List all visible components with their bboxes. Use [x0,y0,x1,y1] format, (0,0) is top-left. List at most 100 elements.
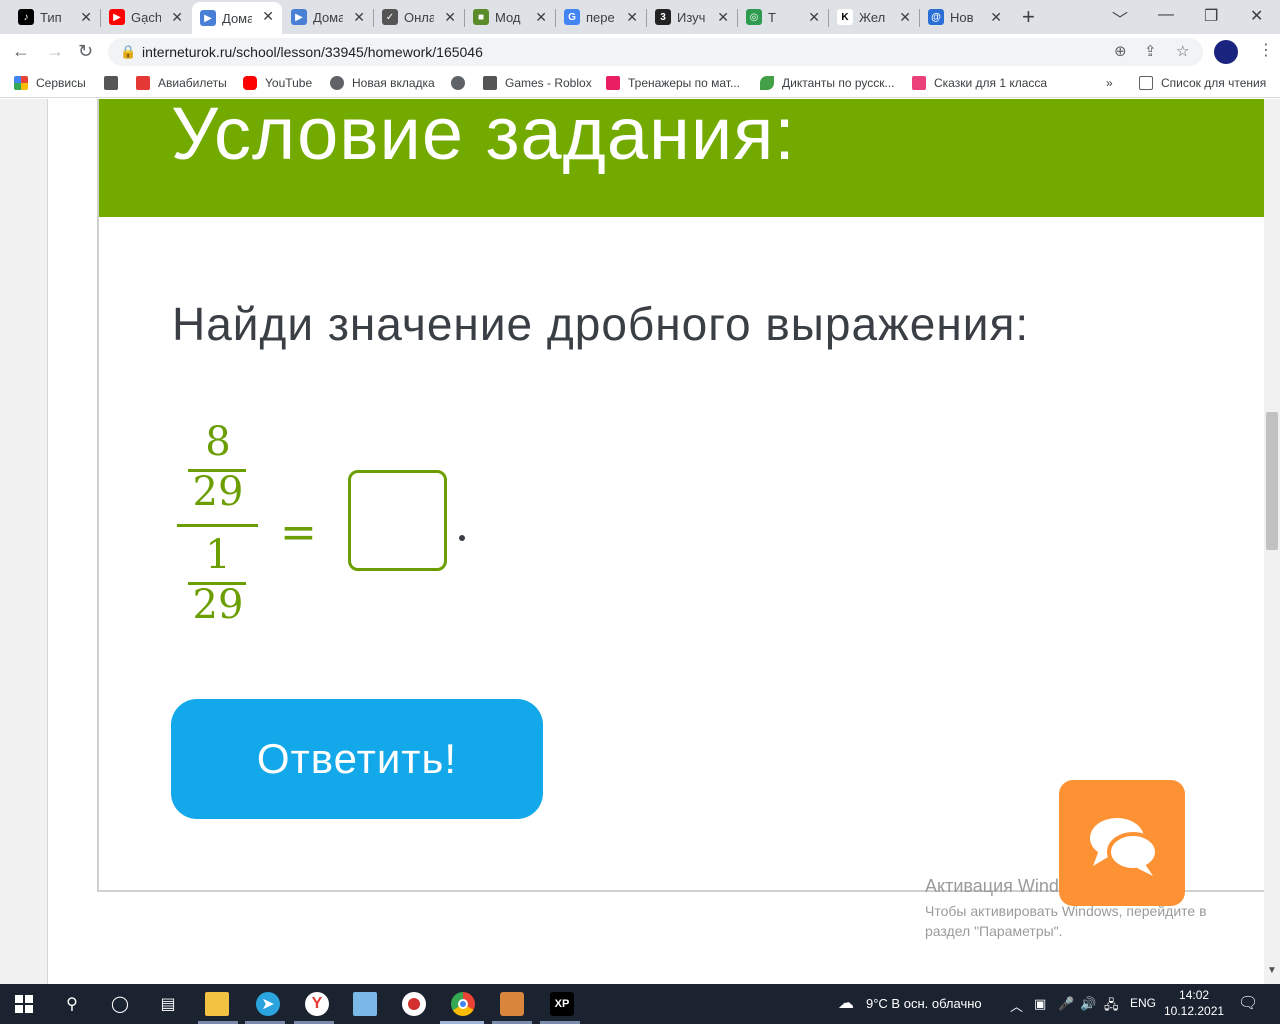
file-explorer-icon[interactable] [205,992,229,1016]
bookmark-dictations[interactable]: Диктанты по русск... [760,76,895,90]
banner-title: Условие задания: [171,99,796,175]
browser-menu-icon[interactable]: ⋮ [1258,40,1274,60]
tab-close-icon[interactable]: ✕ [626,9,638,26]
record-icon[interactable] [402,992,426,1016]
new-tab-button[interactable]: + [1022,4,1035,30]
windows-taskbar: ⚲ ◯ ▤ ➤ Y XP ☁ 9°C В осн. облачно ︿ ▣ 🎤 … [0,984,1280,1024]
bottom-numerator: 1 [205,532,231,578]
clock[interactable]: 14:02 10.12.2021 [1164,987,1224,1019]
tab-close-icon[interactable]: ✕ [899,9,911,26]
share-icon[interactable]: ⇪ [1144,42,1157,60]
back-icon[interactable]: ← [12,41,30,62]
profile-avatar[interactable] [1214,40,1238,64]
tab-close-icon[interactable]: ✕ [535,9,547,26]
url-text[interactable]: interneturok.ru/school/lesson/33945/home… [142,44,483,60]
bookmark-youtube[interactable]: YouTube [243,76,312,90]
bookmark-aviabilety[interactable]: Авиабилеты [136,76,227,90]
bookmark-globe[interactable] [451,76,473,90]
tab-favicon-icon: ▶ [291,9,307,25]
tab-title: пере [586,9,615,25]
browser-toolbar: ← → ↻ 🔒 interneturok.ru/school/lesson/33… [0,34,1280,70]
page-viewport: Условие задания: Найди значение дробного… [0,99,1280,984]
bookmark-star-icon[interactable]: ☆ [1176,42,1189,60]
browser-tab[interactable]: ▶ Дома ✕ [283,3,373,31]
tab-close-icon[interactable]: ✕ [990,9,1002,26]
tab-close-icon[interactable]: ✕ [444,9,456,26]
chrome-icon[interactable] [451,992,475,1016]
tab-title: Жел [859,9,886,25]
reading-list-button[interactable]: Список для чтения [1139,76,1266,90]
minimize-button[interactable]: — [1158,6,1174,24]
main-fraction-bar [177,524,258,527]
tab-close-icon[interactable]: ✕ [353,9,365,26]
bookmark-icon-only[interactable] [104,76,126,90]
restore-button[interactable]: ❐ [1204,6,1218,26]
bookmark-new-tab[interactable]: Новая вкладка [330,76,435,90]
bookmark-services[interactable]: Сервисы [14,76,86,90]
bookmark-math-trainers[interactable]: Тренажеры по мат... [606,76,740,90]
volume-icon[interactable]: 🔊 [1080,996,1096,1012]
weather-text[interactable]: 9°C В осн. облачно [866,996,982,1011]
top-numerator: 8 [205,419,231,465]
browser-tab[interactable]: Gпере ✕ [556,3,646,31]
bookmark-roblox[interactable]: Games - Roblox [483,76,592,90]
tab-favicon-icon: ■ [473,9,489,25]
chat-button[interactable] [1059,780,1185,906]
bookmark-fairytales[interactable]: Сказки для 1 класса [912,76,1047,90]
chat-bubbles-icon [1090,818,1159,876]
tray-app-icon[interactable]: ▣ [1034,996,1046,1012]
tab-title: Изуч [677,9,706,25]
close-window-button[interactable]: ✕ [1250,6,1263,26]
forward-icon[interactable]: → [46,41,64,62]
browser-tab[interactable]: ■ Мод ✕ [465,3,555,31]
tab-favicon-icon: @ [928,9,944,25]
weather-cloud-icon[interactable]: ☁ [838,993,854,1013]
browser-tab[interactable]: ♪ Тип ✕ [10,3,100,31]
yandex-browser-icon[interactable]: Y [305,992,329,1016]
task-text: Найди значение дробного выражения: [172,298,1030,350]
browser-tab[interactable]: ▶ Gạch ✕ [101,3,191,31]
windows-start-icon[interactable] [12,992,36,1016]
scrollbar-thumb[interactable] [1266,412,1278,550]
lock-icon[interactable]: 🔒 [120,44,136,60]
tab-search-icon[interactable]: ﹀ [1112,6,1128,30]
browser-tab[interactable]: ✓ Онла ✕ [374,3,464,31]
tab-title: Мод [495,9,521,25]
tray-expand-icon[interactable]: ︿ [1010,996,1023,1015]
browser-tab[interactable]: @ Нов ✕ [920,3,1010,31]
xp-app-icon[interactable]: XP [550,992,574,1016]
browser-tab[interactable]: ▶ Дома ✕ [192,2,282,34]
tab-close-icon[interactable]: ✕ [80,9,92,26]
tab-close-icon[interactable]: ✕ [808,9,820,26]
page-scrollbar[interactable]: ▼ [1264,99,1280,984]
language-indicator[interactable]: ENG [1130,996,1156,1010]
period-dot [459,535,465,541]
bookmarks-more-button[interactable]: » [1106,76,1113,90]
microphone-icon[interactable]: 🎤 [1058,996,1074,1012]
leaf-icon [760,76,774,90]
scroll-down-arrow-icon[interactable]: ▼ [1267,965,1277,976]
tab-close-icon[interactable]: ✕ [262,8,274,25]
tab-close-icon[interactable]: ✕ [717,9,729,26]
network-icon[interactable]: 🖧 [1104,996,1119,1018]
app-icon[interactable] [500,992,524,1016]
address-bar[interactable]: 🔒 interneturok.ru/school/lesson/33945/ho… [108,38,1203,66]
browser-tab[interactable]: ◎ Т ✕ [738,3,828,31]
notepad-icon[interactable] [353,992,377,1016]
telegram-icon[interactable]: ➤ [256,992,280,1016]
submit-answer-button[interactable]: Ответить! [171,699,543,819]
tab-close-icon[interactable]: ✕ [171,9,183,26]
browser-tab[interactable]: 3 Изуч ✕ [647,3,737,31]
task-view-icon[interactable]: ▤ [156,992,180,1016]
answer-input[interactable] [348,470,447,571]
notifications-icon[interactable]: 🗨 [1238,993,1258,1013]
globe-icon [330,76,344,90]
browser-tab[interactable]: K Жел ✕ [829,3,919,31]
search-icon[interactable]: ⚲ [60,992,84,1016]
clock-time: 14:02 [1179,988,1210,1002]
reload-icon[interactable]: ↻ [78,41,93,62]
cortana-icon[interactable]: ◯ [108,992,132,1016]
zoom-icon[interactable]: ⊕ [1114,42,1127,60]
tab-favicon-icon: ▶ [109,9,125,25]
roblox-icon [104,76,118,90]
